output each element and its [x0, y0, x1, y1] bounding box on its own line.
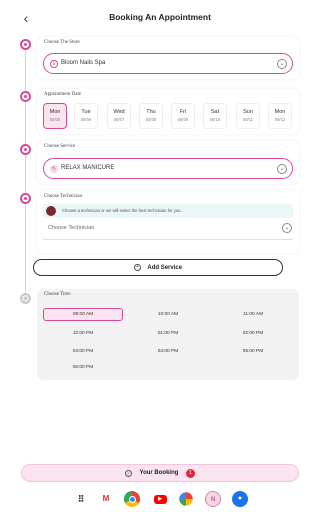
booking-count-badge: 1: [185, 469, 195, 478]
store-logo-icon: b: [50, 60, 58, 68]
day-date: 08/12: [274, 117, 286, 122]
day-name: Fri: [179, 109, 187, 115]
bloom-nails-app-icon[interactable]: N: [205, 491, 221, 507]
day-date: 08/05: [49, 117, 61, 122]
add-service-button[interactable]: + Add Service: [33, 259, 283, 276]
your-booking-label: Your Booking: [139, 470, 179, 476]
step-dot-service: [20, 144, 31, 155]
step-dot-time: [20, 293, 31, 304]
technician-select[interactable]: Choose Technician ⌄: [43, 221, 293, 236]
day-name: Tue: [81, 109, 91, 115]
technician-note-text: Choose a technician or we will select th…: [62, 208, 182, 213]
date-day-3[interactable]: Thu 08/08: [139, 103, 163, 129]
day-date: 08/11: [242, 117, 254, 122]
messages-icon[interactable]: ●: [232, 491, 248, 507]
time-slot-6[interactable]: 03:00 PM: [43, 345, 123, 358]
divider: [43, 239, 293, 240]
chevron-down-icon: ⌄: [282, 223, 292, 233]
store-section-label: Choose The Store: [44, 40, 80, 45]
day-date: 08/09: [177, 117, 189, 122]
time-slot-4[interactable]: 01:00 PM: [128, 327, 208, 340]
day-date: 08/07: [113, 117, 125, 122]
time-slot-8[interactable]: 05:00 PM: [213, 345, 293, 358]
store-section: Choose The Store b Bloom Nails Spa ⌄: [37, 37, 299, 79]
time-slot-3[interactable]: 12:00 PM: [43, 327, 123, 340]
time-slot-2[interactable]: 11:00 AM: [213, 308, 293, 321]
day-name: Mon: [274, 109, 286, 115]
technician-select-placeholder: Choose Technician: [48, 225, 95, 231]
chevron-down-icon: ⌄: [277, 59, 287, 69]
technician-avatar: [46, 206, 56, 216]
date-day-4[interactable]: Fri 08/09: [171, 103, 195, 129]
step-dot-technician: [20, 193, 31, 204]
day-name: Sat: [210, 109, 220, 115]
date-section-label: Appointment Date: [44, 92, 82, 97]
app-dock: ⠿ M ▶ N ●: [0, 486, 320, 512]
technician-section: Choose Technician Choose a technician or…: [37, 191, 299, 253]
check-circle-icon: ✓: [125, 470, 133, 477]
time-slot-0[interactable]: 09:00 AM: [43, 308, 123, 321]
day-name: Sun: [243, 109, 253, 115]
step-dot-date: [20, 91, 31, 102]
time-section-label: Choose Time: [44, 292, 71, 297]
date-day-0[interactable]: Mon 08/05: [43, 103, 67, 129]
day-name: Thu: [146, 109, 156, 115]
time-slot-1[interactable]: 10:00 AM: [128, 308, 208, 321]
chrome-icon[interactable]: [124, 491, 140, 507]
time-slot-9[interactable]: 06:00 PM: [43, 361, 123, 374]
time-slot-5[interactable]: 02:00 PM: [213, 327, 293, 340]
service-section: Choose Service ✎ RELAX MANICURE ⌄: [37, 141, 299, 184]
photos-icon[interactable]: [179, 492, 193, 506]
time-section: Choose Time 09:00 AM 10:00 AM 11:00 AM 1…: [37, 289, 299, 380]
day-date: 08/06: [80, 117, 92, 122]
add-service-label: Add Service: [147, 265, 183, 271]
day-date: 08/08: [145, 117, 157, 122]
nail-polish-icon: ✎: [50, 165, 58, 173]
step-dot-store: [20, 39, 31, 50]
date-day-7[interactable]: Mon 08/12: [268, 103, 292, 129]
store-select-value: Bloom Nails Spa: [61, 60, 106, 66]
day-date: 08/10: [209, 117, 221, 122]
date-section: Appointment Date Mon 08/05 Tue 08/06 Wed…: [37, 89, 299, 134]
time-slot-7[interactable]: 04:00 PM: [128, 345, 208, 358]
technician-section-label: Choose Technician: [44, 194, 83, 199]
chevron-down-icon: ⌄: [277, 164, 287, 174]
store-select[interactable]: b Bloom Nails Spa ⌄: [43, 53, 293, 74]
day-name: Mon: [49, 109, 61, 115]
date-day-2[interactable]: Wed 08/07: [107, 103, 131, 129]
app-grid-icon[interactable]: ⠿: [73, 491, 89, 507]
service-select[interactable]: ✎ RELAX MANICURE ⌄: [43, 158, 293, 179]
app-header: ‹ Booking An Appointment: [0, 0, 320, 36]
plus-circle-icon: +: [133, 264, 141, 271]
page-title: Booking An Appointment: [109, 12, 211, 22]
step-timeline: [25, 44, 26, 300]
date-day-6[interactable]: Sun 08/11: [236, 103, 260, 129]
technician-note: Choose a technician or we will select th…: [43, 204, 293, 218]
service-select-value: RELAX MANICURE: [61, 165, 115, 171]
date-day-5[interactable]: Sat 08/10: [203, 103, 227, 129]
service-section-label: Choose Service: [44, 144, 76, 149]
date-day-1[interactable]: Tue 08/06: [74, 103, 98, 129]
gmail-icon[interactable]: M: [98, 491, 114, 507]
your-booking-button[interactable]: ✓ Your Booking 1: [21, 464, 299, 482]
day-name: Wed: [113, 109, 125, 115]
youtube-icon[interactable]: ▶: [152, 491, 168, 507]
